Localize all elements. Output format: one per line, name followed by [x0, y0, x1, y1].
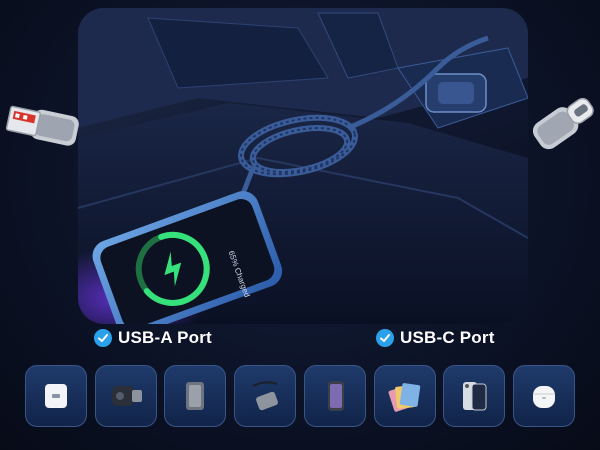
usb-hub-tile [234, 365, 297, 427]
phone-tile [443, 365, 506, 427]
car-charger-tile [94, 365, 157, 427]
compatible-devices-row [25, 365, 575, 427]
power-bank-tile [164, 365, 227, 427]
tablets-icon [388, 383, 420, 412]
phone-icon [463, 382, 487, 411]
earbuds-tile [512, 365, 575, 427]
smartphone-icon [327, 381, 344, 411]
usb-a-port-label: USB-A Port [94, 327, 212, 349]
usb-c-port-label: USB-C Port [376, 327, 495, 349]
earbuds-icon [532, 386, 555, 408]
checkmark-icon [94, 329, 112, 347]
power-bank-icon [186, 382, 205, 410]
car-charger-icon [111, 386, 142, 406]
usb-a-port-text: USB-A Port [118, 328, 212, 347]
usb-c-port-text: USB-C Port [400, 328, 495, 347]
car-interior-scene: 65% Charged [78, 8, 528, 324]
checkmark-icon [376, 329, 394, 347]
smartphone-tile [303, 365, 366, 427]
usb-a-plug-icon [4, 96, 80, 154]
usb-c-plug-icon [526, 88, 600, 158]
usb-hub-icon [252, 381, 279, 411]
tablets-tile [373, 365, 436, 427]
hero-image: 65% Charged [78, 8, 528, 324]
wall-charger-icon [45, 384, 67, 408]
wall-charger-tile [25, 365, 87, 427]
